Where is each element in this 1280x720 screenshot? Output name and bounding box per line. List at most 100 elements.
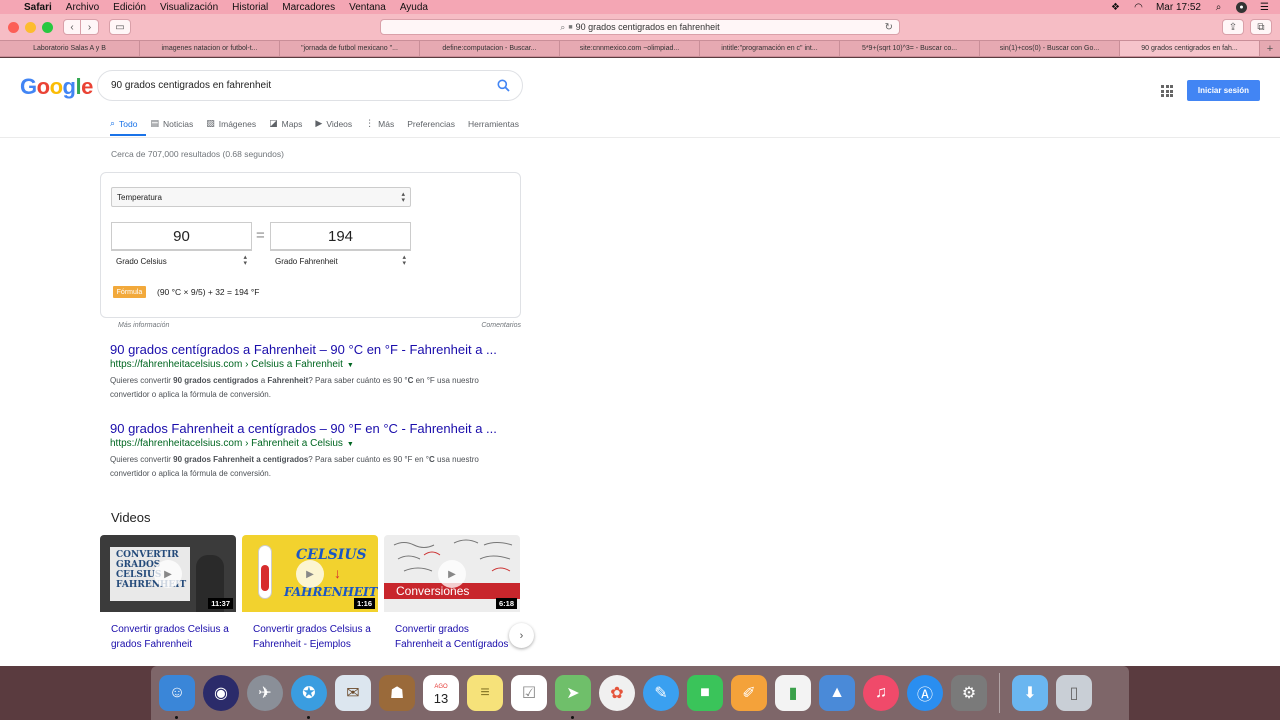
more-info-link[interactable]: Más información bbox=[118, 322, 169, 329]
video-thumbnail[interactable]: Conversiones ▶ 6:18 bbox=[384, 535, 520, 612]
search-input[interactable]: 90 grados centigrados en fahrenheit bbox=[97, 70, 523, 101]
tab-sin-cos[interactable]: sin(1)+cos(0) - Buscar con Go... bbox=[980, 41, 1120, 56]
maps-icon[interactable]: ➤ bbox=[555, 675, 591, 719]
tab-calculo[interactable]: 5*9+(sqrt 10)^3= - Buscar co... bbox=[840, 41, 980, 56]
notes-icon[interactable]: ≡ bbox=[467, 675, 503, 711]
video-thumbnail[interactable]: CELSIUS ↓ FAHRENHEIT ▶ 1:16 bbox=[242, 535, 378, 612]
video-title-link[interactable]: Convertir grados Fahrenheit a Centígrado… bbox=[395, 622, 513, 652]
launchpad-icon[interactable]: ✈ bbox=[247, 675, 283, 711]
mail-stamp-icon[interactable]: ✉ bbox=[335, 675, 371, 711]
menu-historial[interactable]: Historial bbox=[232, 2, 268, 13]
share-button[interactable]: ⇪ bbox=[1222, 19, 1244, 35]
facetime-icon[interactable]: ■ bbox=[687, 675, 723, 711]
tab-jornada-futbol[interactable]: "jornada de futbol mexicano "... bbox=[280, 41, 420, 56]
carousel-next-arrow-icon[interactable]: › bbox=[509, 623, 534, 648]
menu-ventana[interactable]: Ventana bbox=[349, 2, 386, 13]
chevron-down-icon[interactable]: ▼ bbox=[347, 441, 354, 448]
new-tab-button[interactable]: + bbox=[1260, 41, 1280, 56]
spotlight-search-icon[interactable]: ⌕ bbox=[1213, 2, 1224, 13]
converter-from-input[interactable]: 90 bbox=[111, 222, 252, 250]
contacts-icon[interactable]: ☗ bbox=[379, 675, 415, 711]
tab-intitle-programacion[interactable]: intitle:"programación en c" int... bbox=[700, 41, 840, 56]
numbers-icon[interactable]: ▮ bbox=[775, 675, 811, 711]
tab-imagenes[interactable]: ▨ Imágenes bbox=[206, 116, 256, 131]
google-logo[interactable]: Google bbox=[20, 74, 93, 100]
tab-laboratorio[interactable]: Laboratorio Salas A y B bbox=[0, 41, 140, 56]
converter-from-unit-select[interactable]: Grado Celsius ▴ ▾ bbox=[111, 251, 252, 271]
hedgehog-status-icon[interactable]: ❖ bbox=[1110, 2, 1121, 13]
pages-icon[interactable]: ✐ bbox=[731, 675, 767, 711]
music-icon[interactable]: ♫ bbox=[863, 675, 899, 711]
notification-center-icon[interactable]: ☰ bbox=[1259, 2, 1270, 13]
converter-to-input[interactable]: 194 bbox=[270, 222, 411, 250]
tab-active-90-grados[interactable]: 90 grados centigrados en fah... bbox=[1120, 41, 1260, 56]
tab-site-cnnmexico[interactable]: site:cnnmexico.com ~olimpiad... bbox=[560, 41, 700, 56]
app-store-icon[interactable]: Ⓐ bbox=[907, 675, 943, 711]
forward-button[interactable]: › bbox=[81, 19, 99, 35]
menu-clock[interactable]: Mar 17:52 bbox=[1156, 2, 1201, 13]
menu-visualizacion[interactable]: Visualización bbox=[160, 2, 218, 13]
video-thumbnail[interactable]: CONVERTIR GRADOS CELSIUS FAHRENHEIT ▶ 11… bbox=[100, 535, 236, 612]
menu-marcadores[interactable]: Marcadores bbox=[282, 2, 335, 13]
google-apps-icon[interactable] bbox=[1161, 85, 1173, 97]
siri-icon[interactable]: ● bbox=[1236, 1, 1247, 13]
tab-noticias[interactable]: ▤ Noticias bbox=[150, 116, 193, 131]
close-window-button[interactable] bbox=[8, 21, 19, 33]
video-title-link[interactable]: Convertir grados Celsius a Fahrenheit - … bbox=[253, 622, 371, 652]
minimize-window-button[interactable] bbox=[25, 21, 36, 33]
search-nav-tabs: ⌕ Todo ▤ Noticias ▨ Imágenes ◪ Maps ▶ Videos … bbox=[110, 116, 532, 131]
tab-videos[interactable]: ▶ Videos bbox=[315, 116, 352, 131]
video-card[interactable]: CELSIUS ↓ FAHRENHEIT ▶ 1:16 Convertir gr… bbox=[242, 535, 378, 666]
address-bar[interactable]: ⌕ ■ 90 grados centigrados en fahrenheit … bbox=[380, 19, 900, 35]
signin-button[interactable]: Iniciar sesión bbox=[1187, 80, 1260, 101]
calendar-icon[interactable]: AGO 13 bbox=[423, 675, 459, 711]
feedback-link[interactable]: Comentarios bbox=[481, 322, 521, 329]
reminders-icon[interactable]: ☑ bbox=[511, 675, 547, 711]
keynote-icon[interactable]: ▲ bbox=[819, 675, 855, 711]
downloads-folder-icon[interactable]: ⬇ bbox=[1012, 675, 1048, 711]
tab-maps[interactable]: ◪ Maps bbox=[269, 116, 302, 131]
tab-bar: Laboratorio Salas A y B imagenes natacio… bbox=[0, 40, 1280, 57]
play-icon[interactable]: ▶ bbox=[296, 560, 324, 588]
chevron-down-icon[interactable]: ▼ bbox=[347, 362, 354, 369]
result-url[interactable]: https://fahrenheitacelsius.com › Fahrenh… bbox=[110, 438, 520, 449]
messages-icon[interactable]: ✎ bbox=[643, 675, 679, 711]
menu-edicion[interactable]: Edición bbox=[113, 2, 146, 13]
siri-icon[interactable]: ◉ bbox=[203, 675, 239, 711]
video-card[interactable]: Conversiones ▶ 6:18 Convertir grados Fah… bbox=[384, 535, 520, 666]
play-icon[interactable]: ▶ bbox=[154, 560, 182, 588]
tab-mas[interactable]: ⋮ Más bbox=[365, 116, 394, 131]
safari-icon[interactable]: ✪ bbox=[291, 675, 327, 719]
web-page: Google 90 grados centigrados en fahrenhe… bbox=[0, 58, 1280, 666]
zoom-window-button[interactable] bbox=[42, 21, 53, 33]
trash-icon[interactable]: ▯ bbox=[1056, 675, 1092, 711]
video-title-link[interactable]: Convertir grados Celsius a grados Fahren… bbox=[111, 622, 229, 652]
converter-category-select[interactable]: Temperatura ▴ ▾ bbox=[111, 187, 411, 207]
back-button[interactable]: ‹ bbox=[63, 19, 81, 35]
video-card[interactable]: CONVERTIR GRADOS CELSIUS FAHRENHEIT ▶ 11… bbox=[100, 535, 236, 666]
tab-herramientas[interactable]: Herramientas bbox=[468, 116, 519, 131]
result-title-link[interactable]: 90 grados Fahrenheit a centígrados – 90 … bbox=[110, 421, 520, 436]
search-icon[interactable] bbox=[497, 79, 510, 92]
tab-imagenes-natacion[interactable]: imagenes natacion or futbol-t... bbox=[140, 41, 280, 56]
sidebar-toggle-button[interactable]: ▭ bbox=[109, 19, 131, 35]
wifi-icon[interactable]: ◠ bbox=[1133, 2, 1144, 13]
result-url[interactable]: https://fahrenheitacelsius.com › Celsius… bbox=[110, 359, 520, 370]
video-duration: 6:18 bbox=[495, 598, 517, 609]
converter-to-unit-select[interactable]: Grado Fahrenheit ▴ ▾ bbox=[270, 251, 411, 271]
menu-app-name[interactable]: Safari bbox=[24, 2, 52, 13]
select-arrows-icon: ▴ ▾ bbox=[402, 254, 406, 267]
reload-icon[interactable]: ↻ bbox=[885, 22, 893, 33]
finder-icon[interactable]: ☺ bbox=[159, 675, 195, 719]
tab-todo[interactable]: ⌕ Todo bbox=[110, 116, 137, 131]
photos-icon[interactable]: ✿ bbox=[599, 675, 635, 711]
play-icon[interactable]: ▶ bbox=[438, 560, 466, 588]
news-icon: ▤ bbox=[150, 118, 159, 128]
tab-define-computacion[interactable]: define:computacion - Buscar... bbox=[420, 41, 560, 56]
show-tabs-button[interactable]: ⧉ bbox=[1250, 19, 1272, 35]
result-title-link[interactable]: 90 grados centígrados a Fahrenheit – 90 … bbox=[110, 342, 520, 357]
menu-ayuda[interactable]: Ayuda bbox=[400, 2, 428, 13]
tab-preferencias[interactable]: Preferencias bbox=[407, 116, 455, 131]
menu-archivo[interactable]: Archivo bbox=[66, 2, 99, 13]
system-preferences-icon[interactable]: ⚙ bbox=[951, 675, 987, 711]
